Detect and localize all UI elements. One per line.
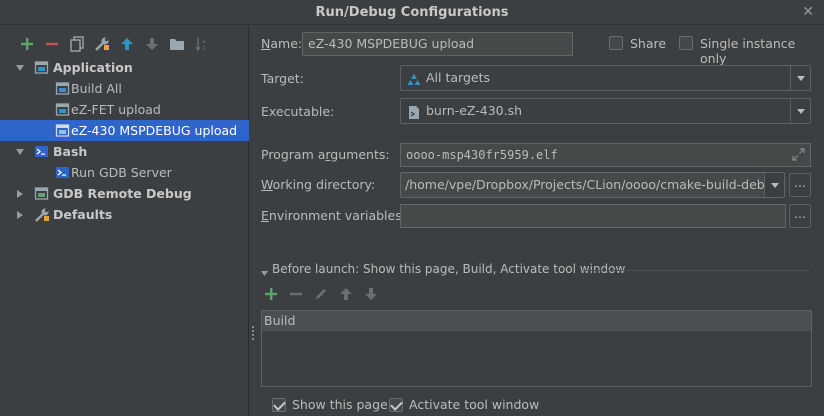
close-icon[interactable]: ✕	[802, 0, 814, 25]
window-title-bar: Run/Debug Configurations ✕	[0, 0, 824, 25]
expand-field-icon[interactable]	[792, 148, 805, 164]
expand-arrow-icon[interactable]	[14, 57, 26, 78]
tree-node-build-all[interactable]: Build All	[0, 78, 249, 99]
program-arguments-input[interactable]: oooo-msp430fr5959.elf	[400, 143, 811, 167]
single-instance-label: Single instance only	[700, 36, 796, 66]
browse-working-directory-button[interactable]: ...	[789, 173, 811, 197]
move-up-icon[interactable]	[339, 287, 364, 301]
collapse-section-icon[interactable]	[260, 266, 269, 281]
application-icon	[34, 60, 49, 75]
activate-tool-window-checkbox[interactable]	[389, 398, 403, 412]
configurations-panel: az Application Build All eZ-FET upload e…	[0, 26, 249, 416]
svg-text:a: a	[202, 38, 206, 45]
add-icon[interactable]	[264, 287, 289, 301]
target-label: Target:	[261, 71, 304, 86]
move-up-icon[interactable]	[114, 34, 139, 54]
folder-icon[interactable]	[164, 34, 189, 54]
configurations-toolbar: az	[14, 34, 214, 54]
edit-environment-variables-button[interactable]: ...	[789, 204, 811, 228]
tree-node-defaults[interactable]: Defaults	[0, 204, 249, 225]
name-label: Name:	[261, 36, 303, 51]
terminal-icon	[55, 165, 70, 180]
collapse-arrow-icon[interactable]	[14, 183, 26, 204]
before-launch-header[interactable]: Before launch: Show this page, Build, Ac…	[272, 262, 625, 276]
tree-node-label: Run GDB Server	[71, 165, 172, 180]
cmake-targets-icon	[407, 71, 421, 90]
section-divider	[583, 270, 809, 271]
tree-node-ez-430-upload[interactable]: eZ-430 MSPDEBUG upload	[0, 120, 249, 141]
tree-node-label: eZ-FET upload	[71, 102, 161, 117]
script-file-icon	[407, 104, 421, 123]
gdb-remote-icon	[34, 186, 49, 201]
application-icon	[55, 123, 70, 138]
tree-node-bash[interactable]: Bash	[0, 141, 249, 162]
collapse-arrow-icon[interactable]	[14, 204, 26, 225]
move-down-icon[interactable]	[139, 34, 164, 54]
working-directory-value: /home/vpe/Dropbox/Projects/CLion/oooo/cm…	[405, 177, 781, 192]
tree-node-label: eZ-430 MSPDEBUG upload	[71, 123, 238, 138]
remove-icon[interactable]	[289, 287, 314, 301]
executable-label: Executable:	[261, 104, 335, 119]
program-arguments-label: Program arguments:	[261, 147, 390, 162]
working-directory-select[interactable]: /home/vpe/Dropbox/Projects/CLion/oooo/cm…	[400, 172, 785, 198]
activate-tool-window-label: Activate tool window	[409, 397, 540, 412]
executable-value: burn-eZ-430.sh	[426, 103, 523, 118]
share-label: Share	[630, 36, 667, 51]
single-instance-checkbox[interactable]	[679, 36, 693, 50]
wrench-icon	[34, 207, 49, 222]
show-this-page-label: Show this page	[292, 397, 388, 412]
show-this-page-checkbox[interactable]	[272, 398, 286, 412]
executable-select[interactable]: burn-eZ-430.sh	[400, 98, 811, 124]
chevron-down-icon[interactable]	[764, 173, 784, 197]
application-icon	[55, 102, 70, 117]
remove-icon[interactable]	[39, 34, 64, 54]
tree-node-run-gdb-server[interactable]: Run GDB Server	[0, 162, 249, 183]
before-launch-list: Build	[261, 310, 812, 387]
edit-icon[interactable]	[314, 287, 339, 301]
application-icon	[55, 81, 70, 96]
window-title: Run/Debug Configurations	[315, 5, 509, 20]
add-icon[interactable]	[14, 34, 39, 54]
configurations-tree: Application Build All eZ-FET upload eZ-4…	[0, 57, 249, 225]
wrench-icon[interactable]	[89, 34, 114, 54]
terminal-icon	[34, 144, 49, 159]
name-input[interactable]: eZ-430 MSPDEBUG upload	[302, 32, 573, 56]
share-checkbox[interactable]	[609, 36, 623, 50]
environment-variables-label: Environment variables:	[261, 208, 406, 223]
environment-variables-input[interactable]	[400, 204, 786, 228]
move-down-icon[interactable]	[364, 287, 389, 301]
tree-node-label: Defaults	[53, 207, 113, 222]
tree-node-ez-fet-upload[interactable]: eZ-FET upload	[0, 99, 249, 120]
tree-node-label: GDB Remote Debug	[53, 186, 192, 201]
chevron-down-icon[interactable]	[790, 66, 810, 90]
svg-text:z: z	[202, 45, 205, 52]
tree-node-label: Bash	[53, 144, 88, 159]
tree-node-label: Build All	[71, 81, 122, 96]
target-select[interactable]: All targets	[400, 65, 811, 91]
tree-node-gdb-remote-debug[interactable]: GDB Remote Debug	[0, 183, 249, 204]
configuration-details: Name: eZ-430 MSPDEBUG upload Share Singl…	[250, 26, 824, 416]
copy-icon[interactable]	[64, 34, 89, 54]
chevron-down-icon[interactable]	[790, 99, 810, 123]
target-value: All targets	[426, 70, 490, 85]
before-launch-toolbar	[264, 287, 389, 301]
tree-node-application[interactable]: Application	[0, 57, 249, 78]
list-item[interactable]: Build	[262, 311, 811, 331]
expand-arrow-icon[interactable]	[14, 141, 26, 162]
tree-node-label: Application	[53, 60, 133, 75]
sort-icon[interactable]: az	[189, 34, 214, 54]
working-directory-label: Working directory:	[261, 177, 376, 192]
